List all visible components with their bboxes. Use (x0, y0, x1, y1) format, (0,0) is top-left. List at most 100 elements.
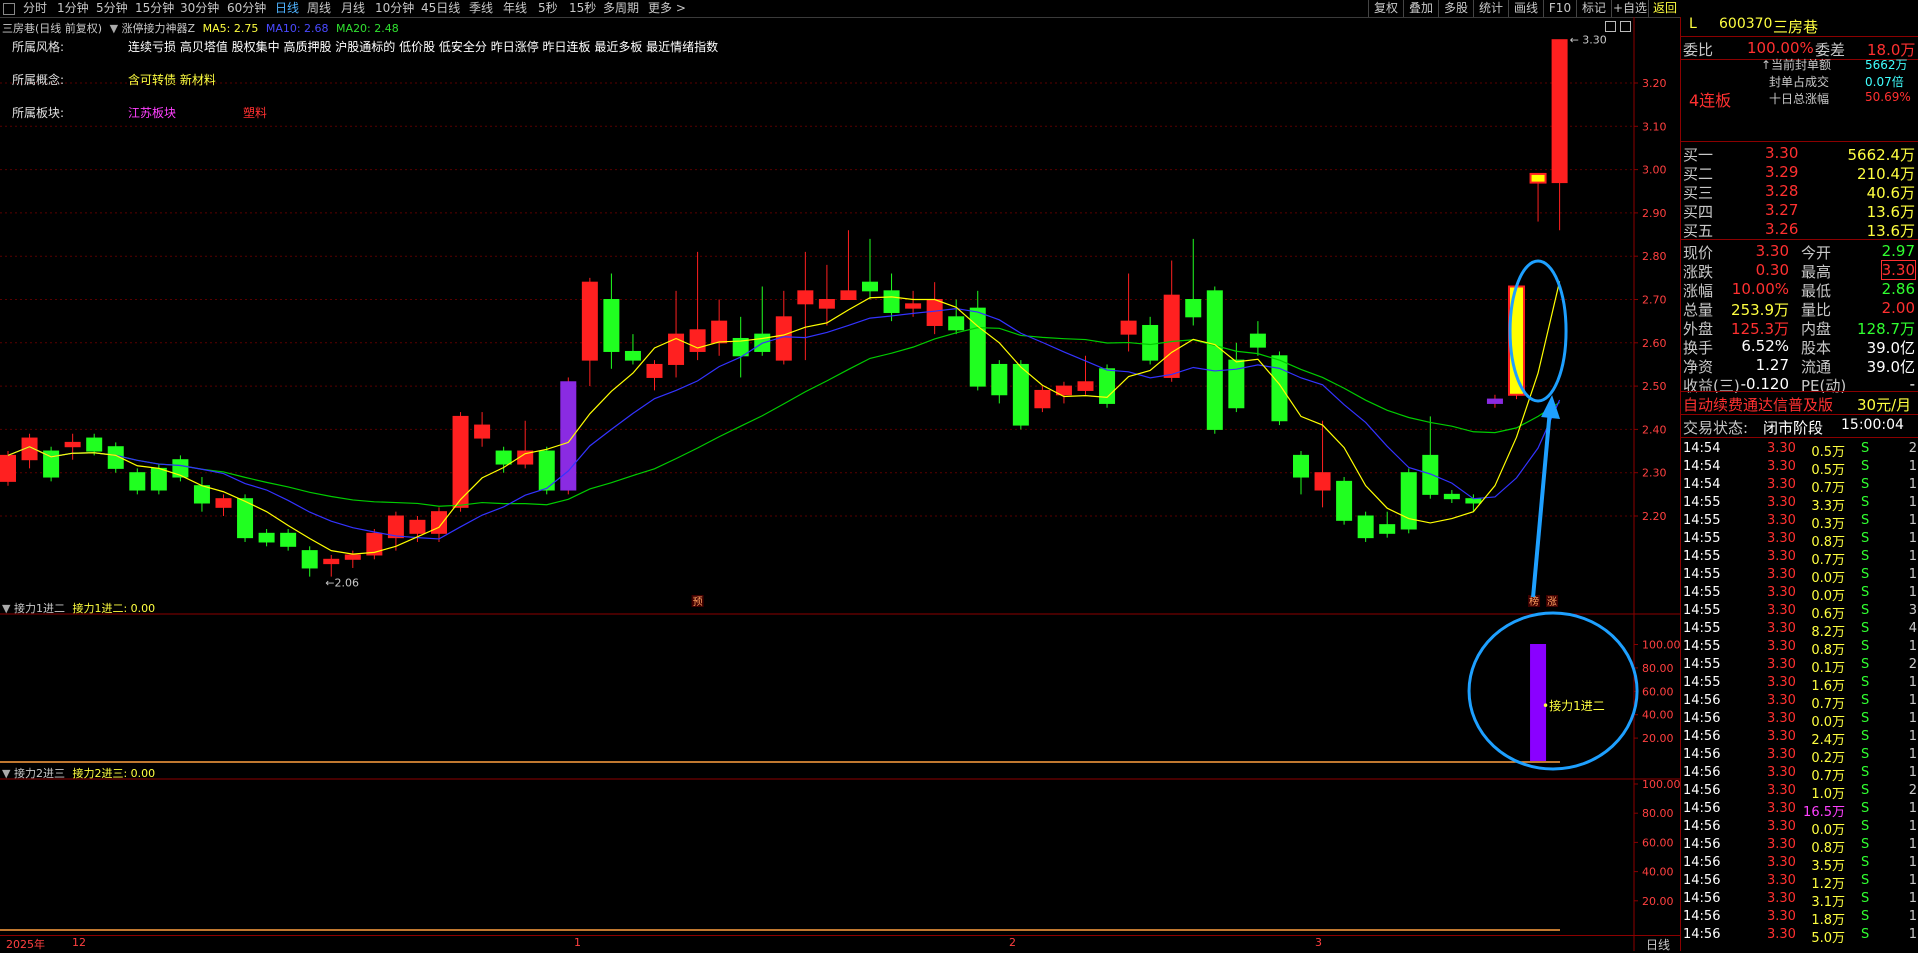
toolbar: 分时 1分钟 5分钟 15分钟 30分钟 60分钟 日线 周线 月线 10分钟 … (0, 0, 1918, 18)
tab-1min[interactable]: 1分钟 (57, 0, 89, 17)
indicator-name[interactable]: 涨停接力神器Z (122, 22, 196, 35)
tab-60min[interactable]: 60分钟 (227, 0, 266, 17)
tab-5sec[interactable]: 5秒 (538, 0, 558, 17)
candle-body (1120, 320, 1137, 335)
tick-price: 3.30 (1767, 729, 1796, 744)
toolbar-menu-icon[interactable] (3, 3, 15, 15)
ad-text[interactable]: 自动续费通达信普及版 (1683, 394, 1833, 415)
tick-time: 14:56 (1683, 819, 1721, 834)
maximize-icon[interactable] (1620, 21, 1631, 32)
tick-count: 1 (1908, 729, 1917, 744)
bid-volume: 5662.4万 (1847, 146, 1916, 164)
x-axis-mode[interactable]: 日线 (1646, 936, 1670, 953)
bid-row[interactable]: 买三 3.28 40.6万 (1683, 182, 1918, 202)
tick-time: 14:54 (1683, 477, 1721, 492)
quote-label: 内盘 (1801, 320, 1832, 338)
concept-value[interactable]: 含可转债 新材料 (128, 73, 216, 87)
button-add-watchlist[interactable]: +自选 (1611, 0, 1648, 17)
indicator2-collapse-icon[interactable]: ▼ (2, 767, 10, 780)
tick-side: S (1861, 747, 1870, 762)
quote-label: 流通 (1801, 358, 1832, 376)
tick-row: 14:56 3.30 1.0万 S 2 (1683, 783, 1918, 802)
sector-value[interactable]: 江苏板块 (128, 104, 243, 121)
tick-count: 2 (1908, 783, 1917, 798)
tab-15min[interactable]: 15分钟 (135, 0, 174, 17)
button-f10[interactable]: F10 (1543, 0, 1576, 17)
tick-side: S (1861, 891, 1870, 906)
tick-time: 14:56 (1683, 783, 1721, 798)
candle-body (797, 290, 814, 305)
button-mark[interactable]: 标记 (1576, 0, 1611, 17)
sector-extra[interactable]: 塑料 (243, 106, 267, 120)
candle-body (366, 532, 383, 556)
indicator1-collapse-icon[interactable]: ▼ (2, 602, 10, 615)
quote-row: 换手 6.52% 股本 39.0亿 (1683, 337, 1918, 357)
collapse-icon[interactable]: ▼ (110, 22, 118, 35)
tab-more[interactable]: 更多 > (648, 0, 686, 17)
bid-price: 3.27 (1765, 201, 1799, 219)
indicator2-title[interactable]: 接力2进三 (14, 767, 65, 780)
quote-value: 0.30 (1755, 261, 1789, 279)
tick-row: 14:56 3.30 0.0万 S 1 (1683, 819, 1918, 838)
restore-icon[interactable] (1605, 21, 1616, 32)
kline-chart[interactable]: 3.20 3.10 3.00 2.90 2.80 2.70 2.60 2.50 2.40 2.30… (0, 17, 1680, 951)
tick-row: 14:55 3.30 3.3万 S 1 (1683, 495, 1918, 514)
tick-row: 14:55 3.30 0.1万 S 2 (1683, 657, 1918, 676)
bid-row[interactable]: 买四 3.27 13.6万 (1683, 201, 1918, 221)
candle-body (991, 363, 1008, 396)
ad-price[interactable]: 30元/月 (1857, 394, 1911, 415)
tick-volume: 0.0万 (1811, 715, 1845, 730)
button-draw[interactable]: 画线 (1508, 0, 1543, 17)
tick-price: 3.30 (1767, 855, 1796, 870)
candle-body (215, 498, 232, 508)
style-value: 连续亏损 高贝塔值 股权集中 高质押股 沪股通标的 低价股 低安全分 昨日涨停 … (128, 40, 719, 54)
status-label: 交易状态: (1683, 419, 1749, 437)
button-stats[interactable]: 统计 (1473, 0, 1508, 17)
panel-prefix: L (1689, 16, 1697, 32)
tab-quarterly[interactable]: 季线 (469, 0, 493, 17)
candle-body (603, 299, 620, 352)
candle-body (581, 281, 598, 361)
button-back[interactable]: 返回 (1648, 0, 1681, 17)
tab-multi-period[interactable]: 多周期 (603, 0, 639, 17)
indicator1-title[interactable]: 接力1进二 (14, 602, 65, 615)
quote-value: 1.27 (1755, 356, 1789, 374)
tab-10min[interactable]: 10分钟 (375, 0, 414, 17)
tab-yearly[interactable]: 年线 (503, 0, 527, 17)
tick-volume: 0.1万 (1811, 661, 1845, 676)
bid-row[interactable]: 买二 3.29 210.4万 (1683, 163, 1918, 183)
tab-45day[interactable]: 45日线 (421, 0, 460, 17)
tab-15sec[interactable]: 15秒 (569, 0, 596, 17)
bid-label: 买四 (1683, 203, 1714, 221)
button-fuquan[interactable]: 复权 (1368, 0, 1403, 17)
y-tick-label: 20.00 (1642, 895, 1674, 908)
tab-weekly[interactable]: 周线 (307, 0, 331, 17)
quote-row: 涨幅 10.00% 最低 2.86 (1683, 280, 1918, 300)
tick-count: 1 (1908, 531, 1917, 546)
quote-label: PE(动) (1801, 377, 1847, 395)
button-overlay[interactable]: 叠加 (1403, 0, 1438, 17)
tab-monthly[interactable]: 月线 (341, 0, 365, 17)
candle-body (1443, 493, 1460, 500)
tick-volume: 2.4万 (1811, 733, 1845, 748)
tick-time: 14:55 (1683, 567, 1721, 582)
tab-daily[interactable]: 日线 (275, 0, 299, 17)
tab-30min[interactable]: 30分钟 (180, 0, 219, 17)
bid-volume: 40.6万 (1866, 184, 1915, 202)
indicator2-value: 接力2进三: 0.00 (72, 767, 156, 780)
tick-volume: 0.7万 (1811, 769, 1845, 784)
tick-side: S (1861, 513, 1870, 528)
candle-body (1077, 381, 1094, 391)
tab-5min[interactable]: 5分钟 (96, 0, 128, 17)
tick-row: 14:56 3.30 16.5万 S 1 (1683, 801, 1918, 820)
bid-row[interactable]: 买五 3.26 13.6万 (1683, 220, 1918, 240)
weibi-label: 委比 (1683, 41, 1714, 59)
tick-count: 3 (1908, 603, 1917, 618)
y-tick-label: 2.30 (1642, 467, 1667, 480)
tick-time: 14:56 (1683, 693, 1721, 708)
bid-row[interactable]: 买一 3.30 5662.4万 (1683, 144, 1918, 164)
tick-price: 3.30 (1767, 657, 1796, 672)
quote-row: 总量 253.9万 量比 2.00 (1683, 299, 1918, 319)
button-multi-stock[interactable]: 多股 (1438, 0, 1473, 17)
tab-fenshi[interactable]: 分时 (23, 0, 47, 17)
